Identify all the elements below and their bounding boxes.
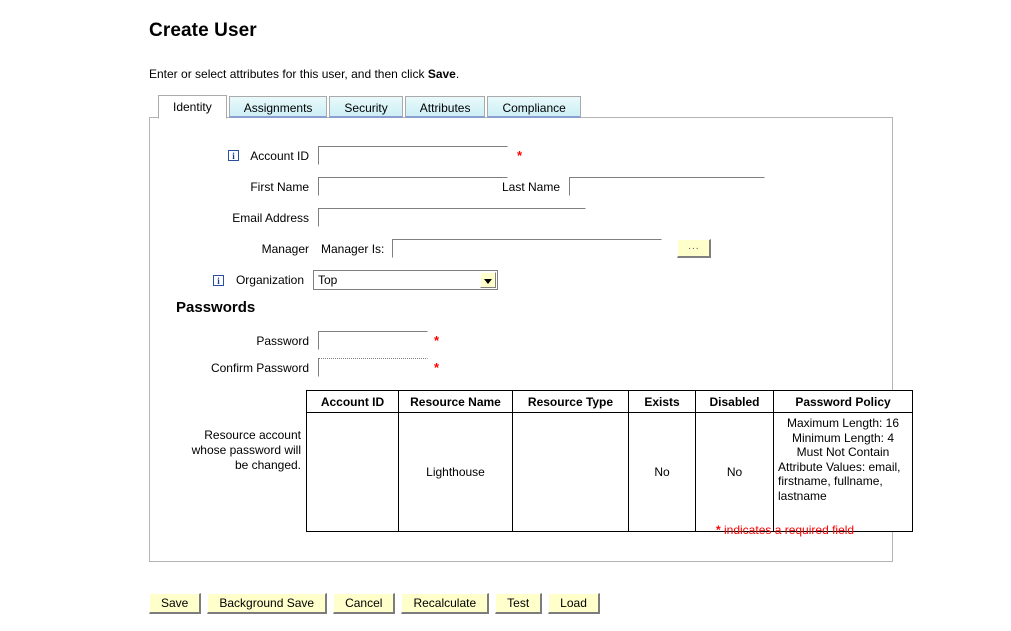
confirm-password-required-asterisk: *	[434, 359, 440, 375]
chevron-down-icon[interactable]	[480, 272, 496, 288]
policy-line-5: firstname, fullname,	[778, 474, 883, 488]
test-button[interactable]: Test	[495, 593, 543, 614]
page-title: Create User	[149, 20, 257, 41]
field-row-password: Password *	[240, 331, 439, 350]
instruction-suffix: .	[455, 67, 460, 81]
save-button[interactable]: Save	[149, 593, 202, 614]
policy-line-2: Minimum Length: 4	[791, 430, 895, 445]
tab-identity[interactable]: Identity	[158, 95, 227, 119]
password-input[interactable]	[318, 331, 428, 350]
last-name-label: Last Name	[502, 179, 561, 194]
info-icon[interactable]: i	[213, 274, 224, 286]
resource-account-label: Resource account whose password will be …	[176, 428, 301, 473]
field-row-confirm-password: Confirm Password *	[193, 358, 439, 377]
manager-label: Manager	[261, 241, 309, 256]
tab-assignments[interactable]: Assignments	[228, 96, 328, 118]
organization-select[interactable]: Top	[313, 270, 498, 290]
button-bar: Save Background Save Cancel Recalculate …	[149, 593, 600, 614]
column-header-account-id: Account ID	[306, 390, 399, 413]
instruction-prefix: Enter or select attributes for this user…	[149, 67, 428, 81]
first-name-label: First Name	[250, 179, 309, 194]
tab-assignments-label: Assignments	[243, 101, 313, 115]
manager-input[interactable]	[392, 239, 663, 258]
column-header-resource-name: Resource Name	[398, 390, 513, 413]
column-header-exists: Exists	[628, 390, 696, 413]
account-id-required-asterisk: *	[517, 147, 523, 163]
cell-account-id	[306, 412, 399, 532]
recalculate-button[interactable]: Recalculate	[401, 593, 490, 614]
tab-compliance[interactable]: Compliance	[487, 96, 581, 118]
column-header-resource-type: Resource Type	[512, 390, 629, 413]
policy-line-3: Must Not Contain	[796, 445, 890, 459]
required-field-note: * indicates a required field	[716, 523, 854, 537]
background-save-button[interactable]: Background Save	[207, 593, 328, 614]
tab-compliance-label: Compliance	[502, 101, 566, 115]
tab-attributes-label: Attributes	[419, 101, 471, 115]
tab-attributes[interactable]: Attributes	[404, 96, 486, 118]
email-address-input[interactable]	[318, 208, 586, 227]
ellipsis-icon: ...	[688, 241, 700, 252]
field-row-last-name: Last Name	[502, 177, 766, 196]
load-button[interactable]: Load	[548, 593, 600, 614]
instruction-emphasis: Save	[427, 67, 456, 81]
field-row-organization: i Organization Top	[213, 270, 498, 290]
last-name-input[interactable]	[569, 177, 766, 196]
info-icon[interactable]: i	[228, 150, 239, 161]
cell-exists: No	[628, 412, 696, 532]
tab-security[interactable]: Security	[329, 96, 403, 118]
resource-accounts-table: Account ID Resource Name Resource Type E…	[306, 390, 913, 532]
tab-security-label: Security	[344, 101, 388, 115]
cell-resource-type	[512, 412, 629, 532]
passwords-heading: Passwords	[176, 299, 256, 316]
field-row-first-name: First Name	[228, 177, 508, 196]
manager-browse-button[interactable]: ...	[677, 239, 712, 258]
first-name-input[interactable]	[318, 177, 508, 196]
cancel-button[interactable]: Cancel	[333, 593, 396, 614]
field-row-account-id: i Account ID *	[228, 146, 522, 165]
account-id-input[interactable]	[318, 146, 508, 165]
cell-password-policy: Maximum Length: 16 Minimum Length: 4 Mus…	[773, 412, 913, 532]
manager-sublabel: Manager Is:	[321, 241, 385, 256]
resource-label-line-1: Resource account	[204, 428, 301, 442]
password-label: Password	[256, 333, 309, 348]
table-header-row: Account ID Resource Name Resource Type E…	[306, 390, 913, 413]
page-instruction: Enter or select attributes for this user…	[149, 67, 459, 81]
policy-line-1: Maximum Length: 16	[786, 416, 900, 430]
organization-selected-value: Top	[318, 273, 338, 287]
column-header-disabled: Disabled	[695, 390, 774, 413]
field-row-manager: Manager Manager Is: ...	[246, 239, 712, 258]
account-id-label: Account ID	[250, 148, 309, 163]
cell-resource-name: Lighthouse	[398, 412, 513, 532]
cell-disabled: No	[695, 412, 774, 532]
tab-identity-label: Identity	[173, 100, 212, 114]
password-required-asterisk: *	[434, 332, 440, 348]
resource-label-line-2: whose password will	[191, 443, 301, 457]
policy-line-4: Attribute Values: email,	[778, 459, 901, 474]
tab-strip: Identity Assignments Security Attributes…	[158, 95, 581, 119]
table-row[interactable]: Lighthouse No No Maximum Length: 16 Mini…	[306, 412, 913, 532]
field-row-email-address: Email Address	[213, 208, 586, 227]
policy-line-6: lastname	[778, 488, 827, 503]
confirm-password-label: Confirm Password	[210, 360, 309, 375]
column-header-password-policy: Password Policy	[773, 390, 913, 413]
email-address-label: Email Address	[232, 210, 309, 225]
resource-label-line-3: be changed.	[234, 458, 301, 472]
organization-label: Organization	[235, 273, 304, 287]
confirm-password-input[interactable]	[318, 358, 428, 377]
required-note-text: indicates a required field	[720, 523, 855, 537]
